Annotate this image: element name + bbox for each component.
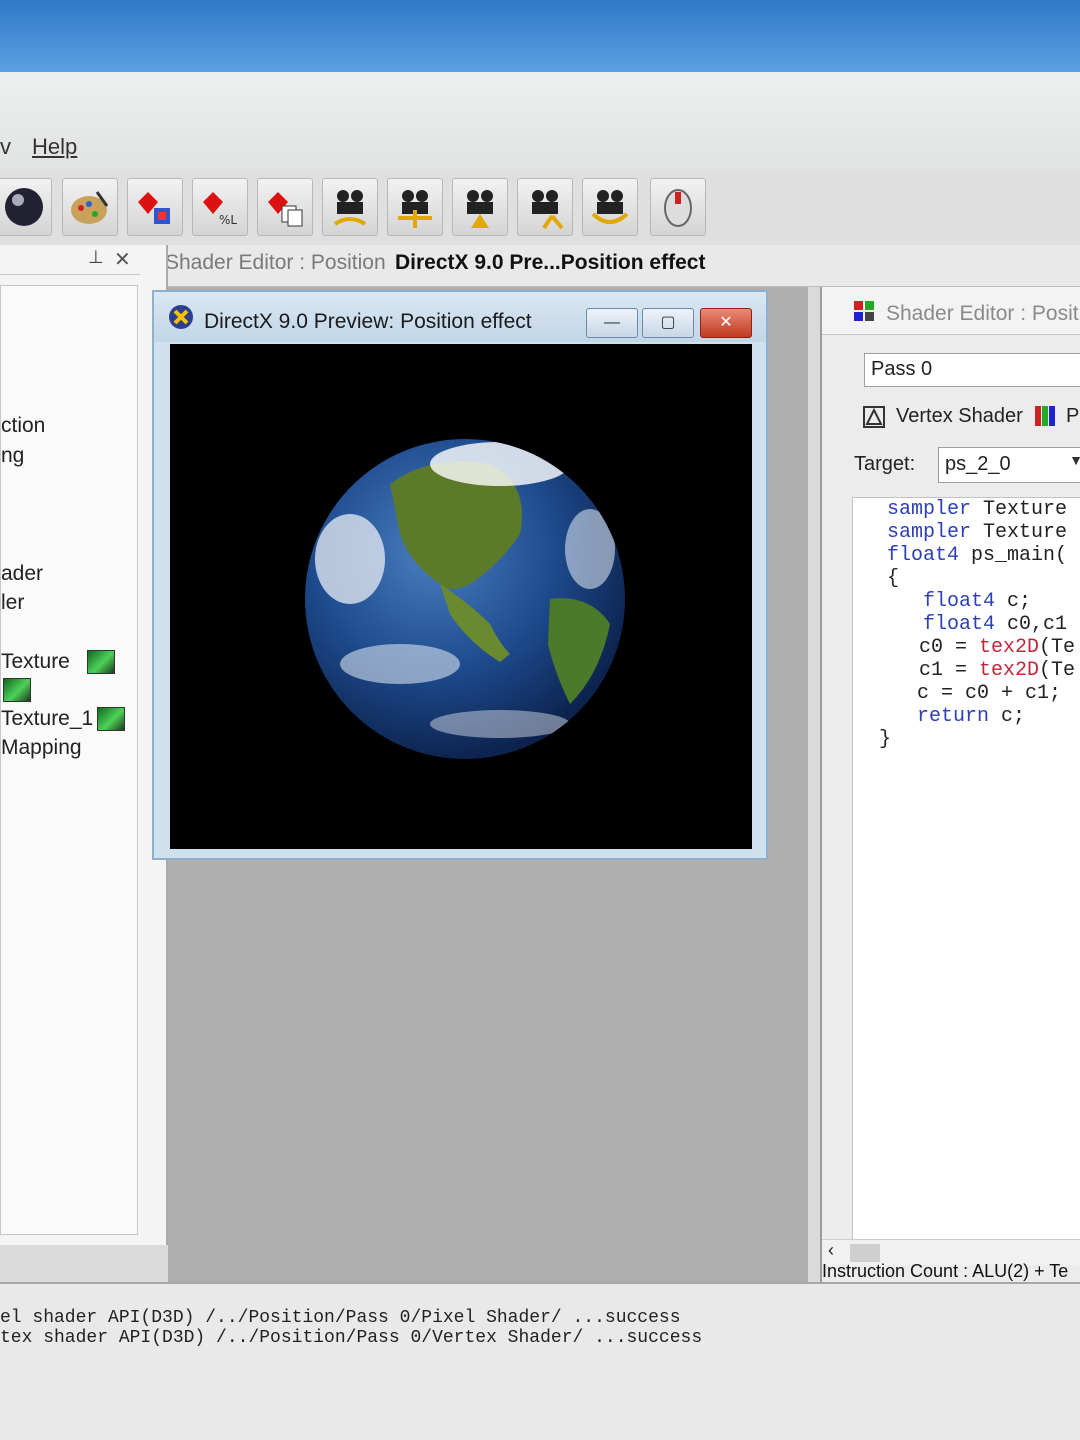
texture-icon — [3, 678, 31, 702]
pin-icon[interactable]: ⊥ — [88, 247, 104, 268]
paint-palette-button[interactable] — [62, 178, 118, 236]
camera-3-icon — [467, 190, 493, 228]
vertex-shader-icon — [863, 406, 885, 428]
tree-item[interactable]: ction — [1, 414, 45, 438]
shader-editor-icon — [854, 301, 874, 321]
code-line: c = c0 + c1; — [917, 682, 1062, 705]
shader-editor-title: Shader Editor : Positio — [886, 302, 1080, 325]
shader-gl-icon: %L — [203, 192, 237, 227]
menu-view[interactable]: v — [0, 134, 11, 160]
tree-item[interactable]: Texture_1 — [1, 707, 93, 731]
texture-icon — [97, 707, 125, 731]
code-line: } — [879, 728, 892, 751]
preview-window: DirectX 9.0 Preview: Position effect — ▢… — [152, 290, 768, 860]
mouse-icon — [664, 189, 692, 227]
camera-5-icon — [591, 190, 629, 224]
left-tree-panel: ⊥ ✕ ction ng ader ler Texture Texture_1 … — [0, 245, 168, 1245]
earth-globe-render — [305, 439, 625, 759]
output-log: el shader API(D3D) /../Position/Pass 0/P… — [0, 1282, 1080, 1440]
menu-bar: v Help — [0, 72, 1080, 170]
close-panel-icon[interactable]: ✕ — [114, 247, 131, 272]
shader-editor-panel: Shader Editor : Positio Pass 0 Vertex Sh… — [820, 287, 1080, 1287]
code-line: c1 = tex2D(Te — [919, 659, 1076, 682]
camera-5-button[interactable] — [582, 178, 638, 236]
shader-color-icon — [138, 192, 170, 224]
minimize-button[interactable]: — — [586, 308, 638, 338]
monitor-bezel — [0, 0, 1080, 72]
left-panel-header: ⊥ ✕ — [0, 245, 140, 275]
pass-selector[interactable]: Pass 0 — [864, 353, 1080, 387]
code-line: c0 = tex2D(Te — [919, 636, 1076, 659]
scroll-thumb[interactable] — [850, 1244, 880, 1262]
code-line: { — [887, 567, 900, 590]
chevron-down-icon: ▼ — [1069, 452, 1080, 468]
directx-icon — [169, 305, 193, 329]
camera-3-button[interactable] — [452, 178, 508, 236]
camera-1-icon — [333, 190, 367, 226]
shader-editor-header: Shader Editor : Positio — [822, 287, 1080, 335]
code-line: sampler Texture — [887, 498, 1068, 521]
maximize-button[interactable]: ▢ — [642, 308, 694, 338]
camera-2-button[interactable] — [387, 178, 443, 236]
instruction-count: Instruction Count : ALU(2) + Te — [822, 1261, 1069, 1281]
code-line: sampler Texture — [887, 521, 1068, 544]
shader-copy-icon — [268, 192, 303, 227]
toolbar: %L — [0, 170, 1080, 245]
tree-item[interactable]: Texture — [1, 650, 70, 674]
svg-text:%L: %L — [219, 213, 237, 227]
sphere-render-button[interactable] — [0, 178, 52, 236]
camera-4-button[interactable] — [517, 178, 573, 236]
code-line: float4 c0,c1 — [923, 613, 1068, 636]
code-line: return c; — [917, 705, 1026, 728]
camera-1-button[interactable] — [322, 178, 378, 236]
tree-item[interactable]: Mapping — [1, 736, 82, 760]
tab-directx-preview[interactable]: DirectX 9.0 Pre...Position effect — [395, 251, 705, 275]
tree-item[interactable]: ng — [1, 444, 24, 468]
tab-vertex-shader[interactable]: Vertex Shader — [896, 405, 1023, 428]
mouse-button[interactable] — [650, 178, 706, 236]
shader-color-button[interactable] — [127, 178, 183, 236]
menu-help[interactable]: Help — [32, 134, 77, 160]
pixel-shader-icon — [1035, 406, 1055, 426]
close-button[interactable]: ✕ — [700, 308, 752, 338]
target-value: ps_2_0 — [945, 453, 1011, 475]
target-label: Target: — [854, 453, 916, 475]
tab-pixel-shader[interactable]: P — [1066, 405, 1079, 428]
preview-title-bar[interactable]: DirectX 9.0 Preview: Position effect — ▢… — [154, 292, 766, 342]
camera-4-icon — [532, 190, 564, 230]
log-line: el shader API(D3D) /../Position/Pass 0/P… — [0, 1308, 681, 1328]
document-tab-bar: Shader Editor : Position DirectX 9.0 Pre… — [145, 245, 1080, 287]
paint-palette-icon — [71, 191, 109, 224]
target-select[interactable]: ps_2_0 ▼ — [938, 447, 1080, 483]
scroll-left-icon[interactable]: ‹ — [828, 1240, 834, 1261]
workspace-tree: ction ng ader ler Texture Texture_1 Mapp… — [0, 285, 138, 1235]
shader-gl-button[interactable]: %L — [192, 178, 248, 236]
code-line: float4 ps_main( — [887, 544, 1068, 567]
tree-item[interactable]: ler — [1, 591, 24, 615]
code-line: float4 c; — [923, 590, 1032, 613]
shader-copy-button[interactable] — [257, 178, 313, 236]
preview-title: DirectX 9.0 Preview: Position effect — [204, 310, 532, 333]
tab-shader-editor[interactable]: Shader Editor : Position — [165, 251, 386, 275]
code-editor[interactable]: sampler Texture sampler Texture float4 p… — [852, 497, 1080, 1257]
render-viewport[interactable] — [170, 344, 752, 849]
log-line: tex shader API(D3D) /../Position/Pass 0/… — [0, 1328, 703, 1348]
sphere-render-icon — [5, 188, 43, 226]
camera-2-icon — [398, 190, 432, 228]
texture-icon — [87, 650, 115, 674]
tree-item[interactable]: ader — [1, 562, 43, 586]
